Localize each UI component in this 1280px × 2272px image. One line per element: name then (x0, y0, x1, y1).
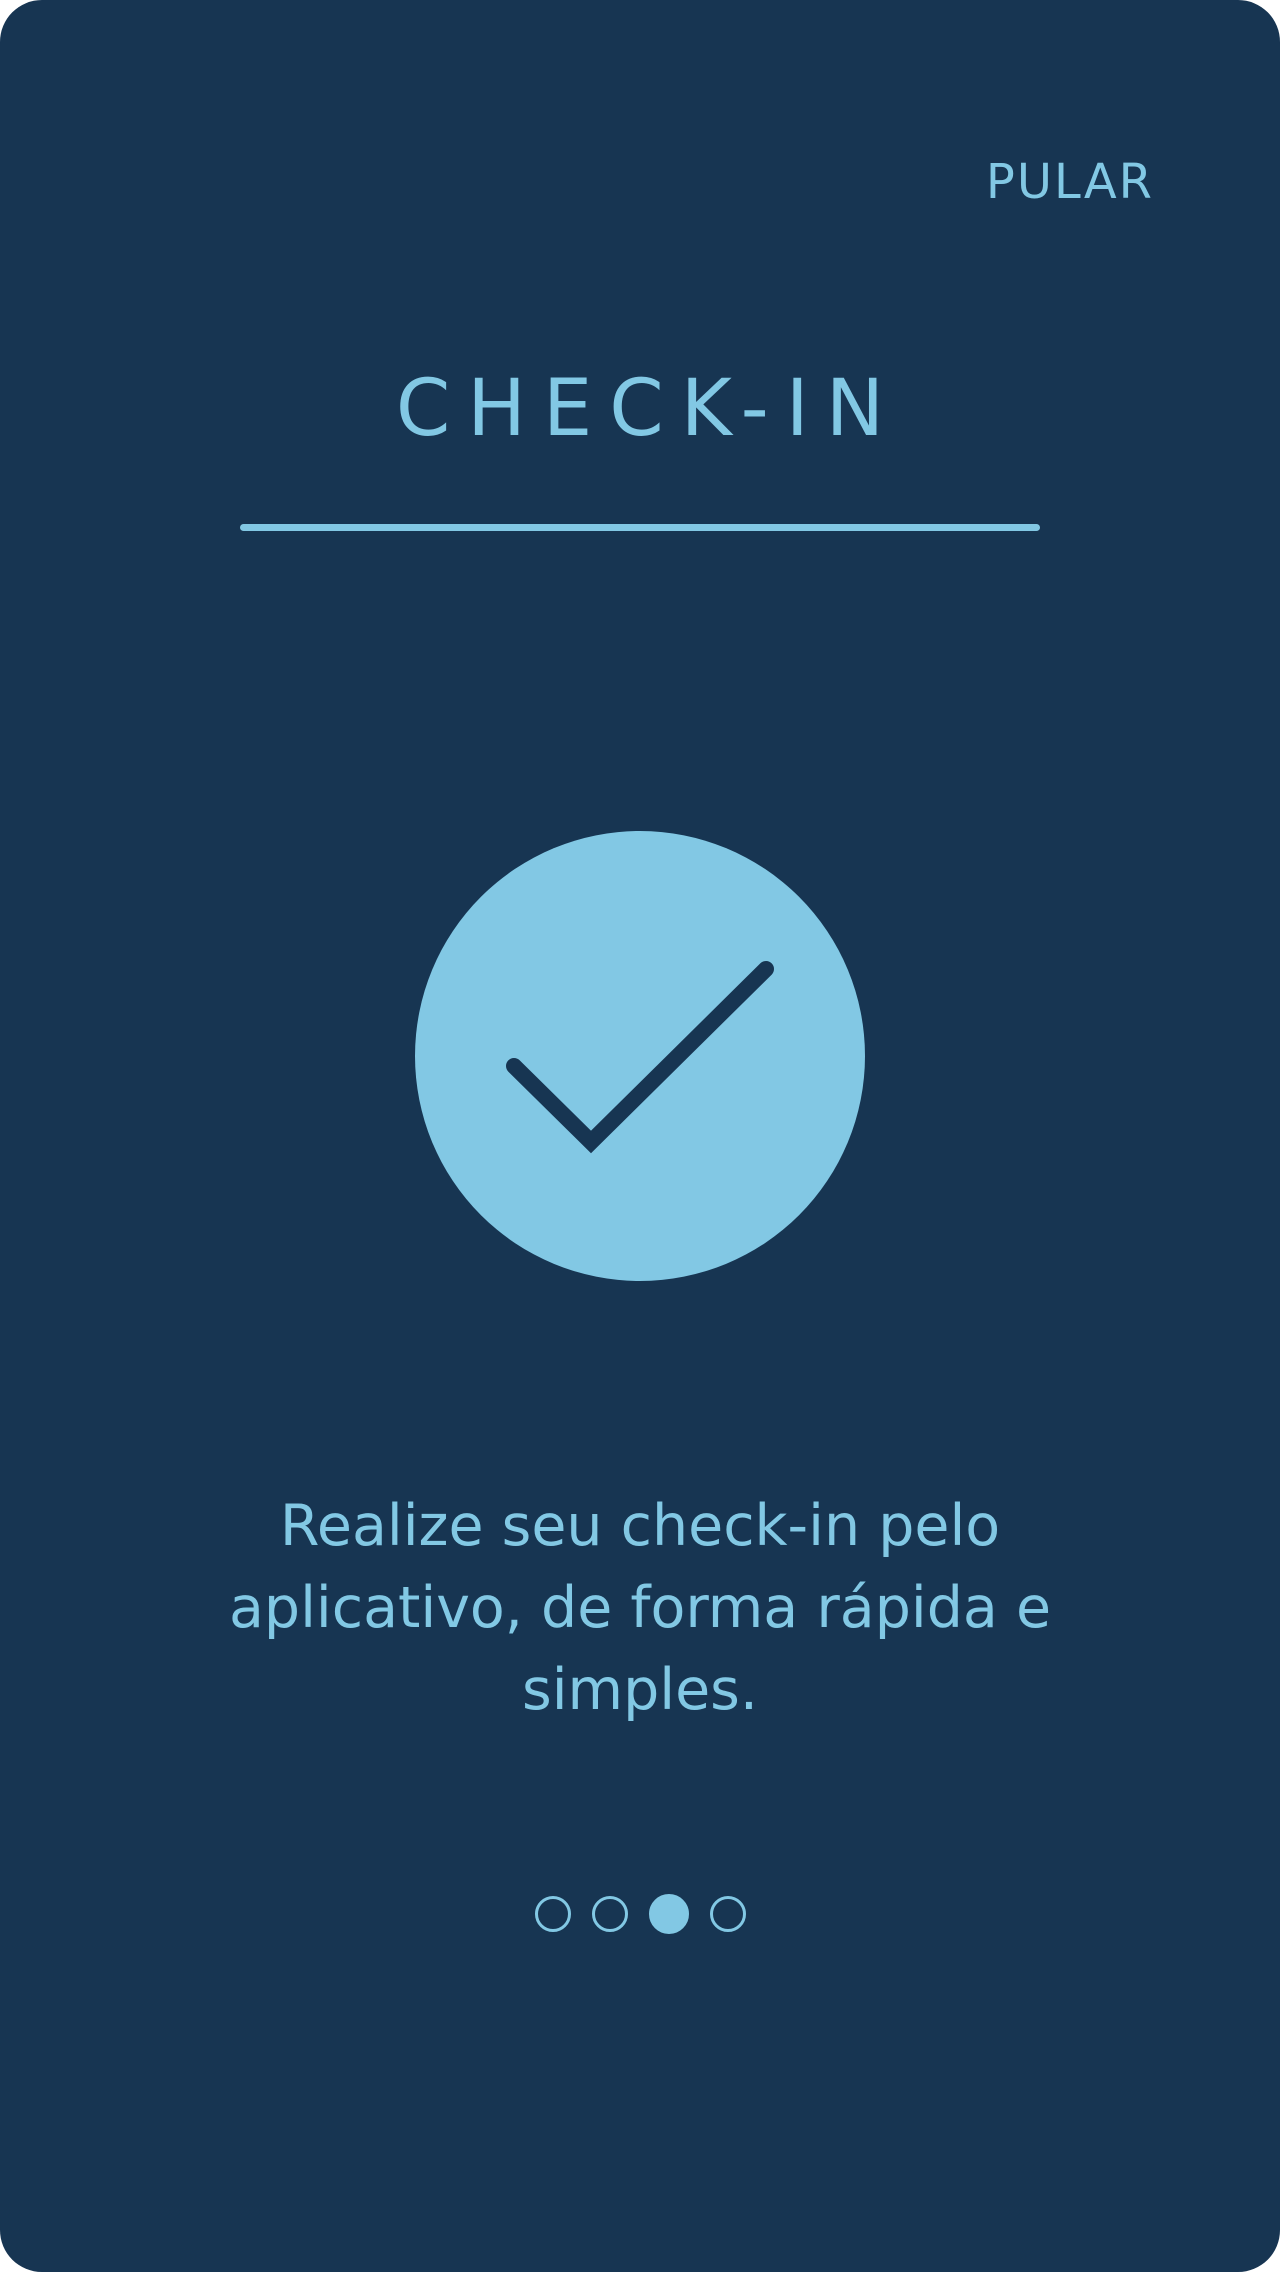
skip-button[interactable]: PULAR (986, 158, 1154, 206)
check-circle-icon (414, 830, 866, 1282)
page-title: CHECK-IN (395, 364, 902, 454)
title-divider (240, 524, 1040, 531)
pagination-dot-3-active[interactable] (648, 1894, 689, 1934)
pagination-dot-4[interactable] (709, 1896, 746, 1932)
pagination-dot-2[interactable] (591, 1896, 628, 1932)
onboarding-screen: PULAR CHECK-IN Realize seu check-in pelo… (0, 0, 1280, 2272)
pagination-dots (0, 1894, 1280, 1934)
pagination-dot-1[interactable] (534, 1896, 571, 1932)
onboarding-description: Realize seu check-in pelo aplicativo, de… (228, 1493, 1052, 1723)
